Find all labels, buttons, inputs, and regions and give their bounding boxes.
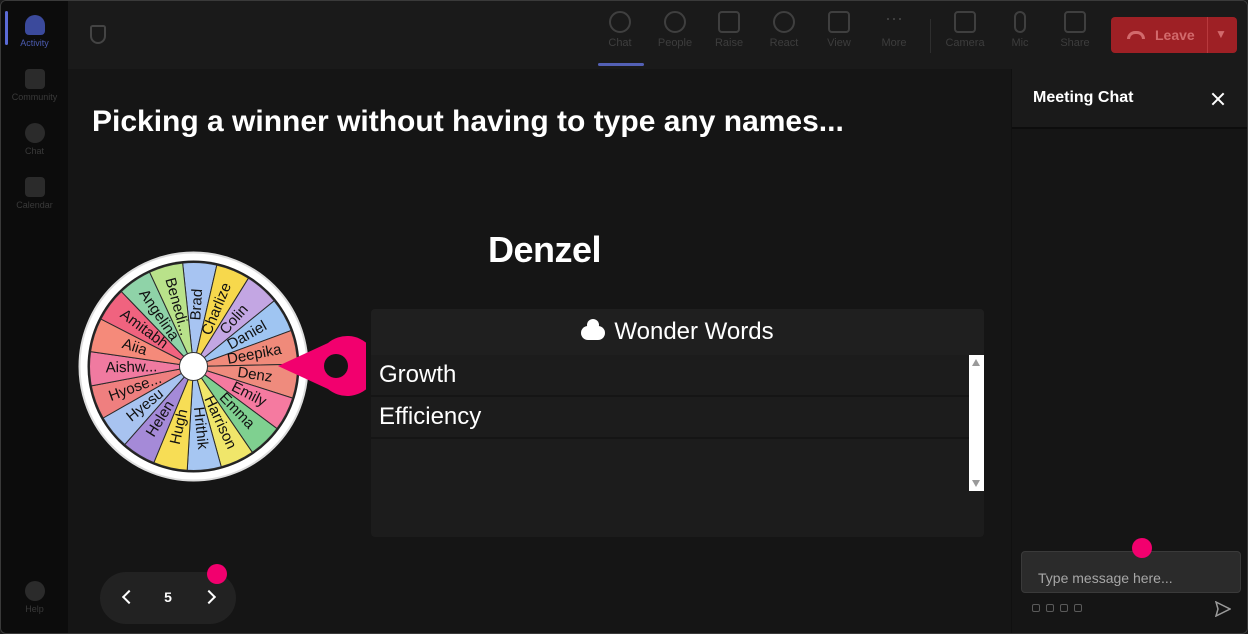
format-toolbar bbox=[1032, 604, 1082, 612]
active-tab-underline bbox=[598, 63, 644, 66]
rail-item-activity[interactable]: Activity bbox=[1, 5, 68, 57]
toolbar-more-button[interactable]: ··· More bbox=[869, 8, 919, 63]
shield-icon[interactable] bbox=[90, 25, 106, 44]
bell-icon bbox=[24, 15, 45, 35]
toolbar-button-label: Share bbox=[1060, 37, 1090, 49]
toolbar-raise-button[interactable]: Raise bbox=[704, 11, 754, 63]
rail-item-label: Calendar bbox=[16, 200, 53, 210]
shared-content-stage: Picking a winner without having to type … bbox=[68, 69, 1011, 633]
toolbar-button-label: Chat bbox=[608, 37, 632, 49]
toolbar-share-button[interactable]: Share bbox=[1050, 11, 1100, 63]
rail-item-label: Chat bbox=[24, 146, 44, 156]
toolbar-button-label: React bbox=[769, 37, 799, 49]
toolbar-button-label: Mic bbox=[1011, 37, 1029, 49]
rail-item-help[interactable]: Help bbox=[1, 571, 68, 623]
camera-off-icon bbox=[954, 11, 976, 33]
leave-divider bbox=[1207, 17, 1208, 53]
raise-hand-icon bbox=[718, 11, 740, 33]
toolbar-camera-button[interactable]: Camera bbox=[940, 11, 990, 63]
pointer-marker-dot bbox=[207, 564, 227, 584]
wheel-pointer-icon bbox=[278, 336, 366, 396]
wheel-hub[interactable] bbox=[179, 352, 208, 381]
share-icon bbox=[1064, 11, 1086, 33]
help-icon bbox=[24, 581, 45, 601]
wonder-words-scrollbar[interactable] bbox=[969, 355, 984, 491]
rail-item-chat[interactable]: Chat bbox=[1, 113, 68, 165]
wonder-words-title: Wonder Words bbox=[614, 318, 774, 345]
chat-icon bbox=[24, 123, 45, 143]
rail-item-calendar[interactable]: Calendar bbox=[1, 167, 68, 219]
chat-title: Meeting Chat bbox=[1033, 89, 1134, 106]
toolbar-mic-button[interactable]: Mic bbox=[995, 11, 1045, 63]
toolbar-button-label: View bbox=[827, 37, 851, 49]
leave-button[interactable]: Leave ▼ bbox=[1111, 17, 1237, 53]
previous-slide-button[interactable] bbox=[120, 588, 137, 608]
gif-icon[interactable] bbox=[1074, 604, 1082, 612]
page-number: 5 bbox=[164, 589, 172, 605]
leave-label: Leave bbox=[1155, 27, 1195, 43]
chevron-right-icon bbox=[201, 589, 217, 605]
toolbar-view-button[interactable]: View bbox=[814, 11, 864, 63]
meeting-chat-panel: Meeting Chat bbox=[1011, 69, 1247, 633]
ellipsis-icon: ··· bbox=[885, 8, 903, 28]
teams-meeting-window: Activity Community Chat Calendar Help Ch… bbox=[0, 0, 1248, 634]
toolbar-button-label: Camera bbox=[945, 37, 985, 49]
app-rail: Activity Community Chat Calendar Help bbox=[1, 1, 68, 633]
rail-item-community[interactable]: Community bbox=[1, 59, 68, 111]
emoji-icon[interactable] bbox=[1060, 604, 1068, 612]
chat-message-input[interactable] bbox=[1021, 551, 1241, 593]
pointer-marker-dot bbox=[1132, 538, 1152, 558]
scroll-down-arrow-icon[interactable] bbox=[972, 480, 980, 487]
toolbar-chat-button[interactable]: Chat bbox=[595, 11, 645, 63]
calendar-icon bbox=[24, 177, 45, 197]
wheel-slice-label: Brad bbox=[187, 288, 206, 321]
format-icon[interactable] bbox=[1032, 604, 1040, 612]
slide-title: Picking a winner without having to type … bbox=[92, 105, 844, 138]
send-icon[interactable] bbox=[1215, 601, 1231, 617]
toolbar-people-button[interactable]: People bbox=[650, 11, 700, 63]
wheel-slice-label: Aishw... bbox=[105, 358, 157, 376]
rail-item-label: Help bbox=[25, 604, 44, 614]
wonder-words-panel: Wonder Words Growth Efficiency bbox=[371, 309, 984, 537]
wonder-words-list: Growth Efficiency bbox=[371, 355, 969, 439]
list-item: Efficiency bbox=[371, 397, 969, 439]
winner-name: Denzel bbox=[488, 229, 602, 270]
attach-icon[interactable] bbox=[1046, 604, 1054, 612]
cloud-icon bbox=[581, 319, 606, 340]
hang-up-icon bbox=[1127, 31, 1145, 39]
rail-item-label: Activity bbox=[20, 38, 49, 48]
list-item: Growth bbox=[371, 355, 969, 397]
grid-icon bbox=[828, 11, 850, 33]
chevron-left-icon bbox=[121, 589, 137, 605]
toolbar-button-label: More bbox=[881, 37, 907, 49]
smiley-icon bbox=[773, 11, 795, 33]
next-slide-button[interactable] bbox=[201, 588, 218, 608]
close-icon[interactable] bbox=[1210, 91, 1226, 107]
toolbar-react-button[interactable]: React bbox=[759, 11, 809, 63]
mic-icon bbox=[1014, 11, 1026, 33]
people-icon bbox=[664, 11, 686, 33]
meeting-toolbar: Chat People Raise React View ··· More Ca… bbox=[68, 1, 1247, 69]
scroll-up-arrow-icon[interactable] bbox=[972, 359, 980, 366]
chevron-down-icon[interactable]: ▼ bbox=[1215, 27, 1227, 41]
rail-item-label: Community bbox=[11, 92, 58, 102]
wonder-words-header: Wonder Words bbox=[371, 309, 984, 355]
chat-bubble-icon bbox=[609, 11, 631, 33]
toolbar-divider bbox=[930, 19, 931, 53]
community-icon bbox=[24, 69, 45, 89]
toolbar-button-label: People bbox=[657, 37, 693, 49]
toolbar-button-label: Raise bbox=[714, 37, 744, 49]
